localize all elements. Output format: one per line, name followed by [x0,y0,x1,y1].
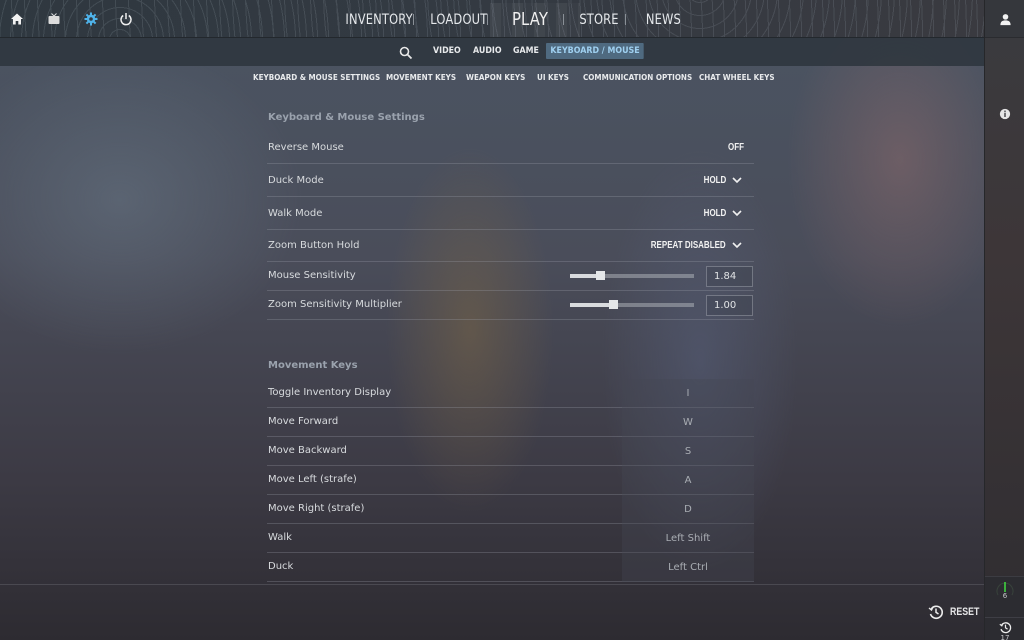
chevron-down-icon[interactable] [732,176,742,184]
rail-status: 6 17 [985,576,1024,640]
slider-thumb[interactable] [609,300,619,309]
keybind-row: Walk Left Shift [267,524,754,553]
keybind-label: Move Backward [268,445,347,456]
info-icon[interactable] [997,106,1013,122]
setting-row-zoom-sensitivity: Zoom Sensitivity Multiplier 1.00 [267,291,754,320]
search-icon[interactable] [399,45,413,60]
tab-audio[interactable]: AUDIO [473,46,502,56]
nav-loadout[interactable]: LOADOUT [430,12,487,28]
dropdown-value[interactable]: HOLD [703,175,726,186]
right-rail: 6 17 [984,0,1024,640]
keybind-button[interactable]: W [622,408,754,437]
tab-video[interactable]: VIDEO [433,46,461,56]
keybind-row: Move Forward W [267,408,754,437]
dropdown-value[interactable]: REPEAT DISABLED [651,240,726,251]
setting-row-duck-mode: Duck Mode HOLD [267,165,754,197]
keybind-row: Duck Left Ctrl [267,553,754,582]
keybind-label: Duck [268,561,294,572]
setting-label: Zoom Sensitivity Multiplier [268,299,402,310]
keybind-button[interactable]: D [622,495,754,524]
history-icon [928,605,943,620]
nav-play[interactable]: PLAY [512,9,548,30]
section-link-weapon-keys[interactable]: WEAPON KEYS [466,73,525,82]
keybind-button[interactable]: Left Ctrl [622,553,754,582]
history-count: 17 [1000,634,1010,640]
keybind-label: Walk [268,532,292,543]
setting-row-walk-mode: Walk Mode HOLD [267,198,754,230]
keybind-button[interactable]: Left Shift [622,524,754,553]
tv-icon[interactable] [46,11,62,27]
section-link-keyboard-mouse-settings[interactable]: KEYBOARD & MOUSE SETTINGS [253,73,380,82]
nav-separator [413,14,414,25]
keybind-row: Move Backward S [267,437,754,466]
settings-tabs: VIDEO AUDIO GAME KEYBOARD / MOUSE [0,38,984,66]
keybind-row: Move Right (strafe) D [267,495,754,524]
keybind-label: Move Forward [268,416,339,427]
slider-thumb[interactable] [595,271,605,280]
keybind-label: Move Right (strafe) [268,503,365,514]
home-icon[interactable] [9,11,25,27]
tab-game[interactable]: GAME [513,46,539,56]
keybind-button[interactable]: S [622,437,754,466]
zoom-sensitivity-slider[interactable] [570,300,694,309]
setting-label: Mouse Sensitivity [268,270,356,281]
power-icon[interactable] [118,11,134,27]
dropdown-value[interactable]: HOLD [703,208,726,219]
nav-separator [563,14,564,25]
section-title-keyboard-mouse: Keyboard & Mouse Settings [268,112,425,123]
history-icon[interactable] [999,621,1012,634]
reset-button[interactable]: RESET [928,604,987,620]
setting-label: Reverse Mouse [268,142,344,153]
nav-inventory[interactable]: INVENTORY [345,12,412,28]
zoom-sensitivity-input[interactable]: 1.00 [706,295,753,316]
slider-fill [570,303,614,307]
section-link-ui-keys[interactable]: UI KEYS [537,73,569,82]
rail-divider [985,617,1024,618]
setting-row-mouse-sensitivity: Mouse Sensitivity 1.84 [267,262,754,291]
section-link-chat-wheel-keys[interactable]: CHAT WHEEL KEYS [699,73,775,82]
chevron-down-icon[interactable] [732,241,742,249]
keybind-button[interactable]: I [622,379,754,408]
setting-label: Walk Mode [268,208,323,219]
keybind-row: Move Left (strafe) A [267,466,754,495]
mouse-sensitivity-slider[interactable] [570,271,694,280]
gear-icon[interactable] [83,11,99,27]
ping-count: 6 [1002,592,1008,600]
nav-store[interactable]: STORE [579,12,618,28]
top-bar: INVENTORY LOADOUT PLAY STORE NEWS [0,0,1024,38]
chevron-down-icon[interactable] [732,209,742,217]
toggle-value[interactable]: OFF [728,142,744,153]
nav-separator [487,14,488,25]
tab-keyboard-mouse[interactable]: KEYBOARD / MOUSE [546,43,645,59]
nav-separator [625,14,626,25]
section-link-movement-keys[interactable]: MOVEMENT KEYS [386,73,456,82]
keybind-row: Toggle Inventory Display I [267,379,754,408]
setting-row-zoom-button-hold: Zoom Button Hold REPEAT DISABLED [267,230,754,262]
section-title-movement-keys: Movement Keys [268,360,358,371]
setting-row-reverse-mouse: Reverse Mouse OFF [267,132,754,164]
setting-label: Zoom Button Hold [268,240,360,251]
setting-label: Duck Mode [268,175,324,186]
keybind-button[interactable]: A [622,466,754,495]
ping-bar [1004,582,1006,592]
reset-label: RESET [950,606,980,618]
section-nav: KEYBOARD & MOUSE SETTINGS MOVEMENT KEYS … [0,66,984,90]
user-icon[interactable] [997,11,1013,27]
nav-news[interactable]: NEWS [646,12,681,28]
footer-divider [0,584,984,585]
section-link-communication-options[interactable]: COMMUNICATION OPTIONS [583,73,692,82]
keybind-label: Toggle Inventory Display [268,387,392,398]
mouse-sensitivity-input[interactable]: 1.84 [706,266,753,287]
keybind-label: Move Left (strafe) [268,474,357,485]
